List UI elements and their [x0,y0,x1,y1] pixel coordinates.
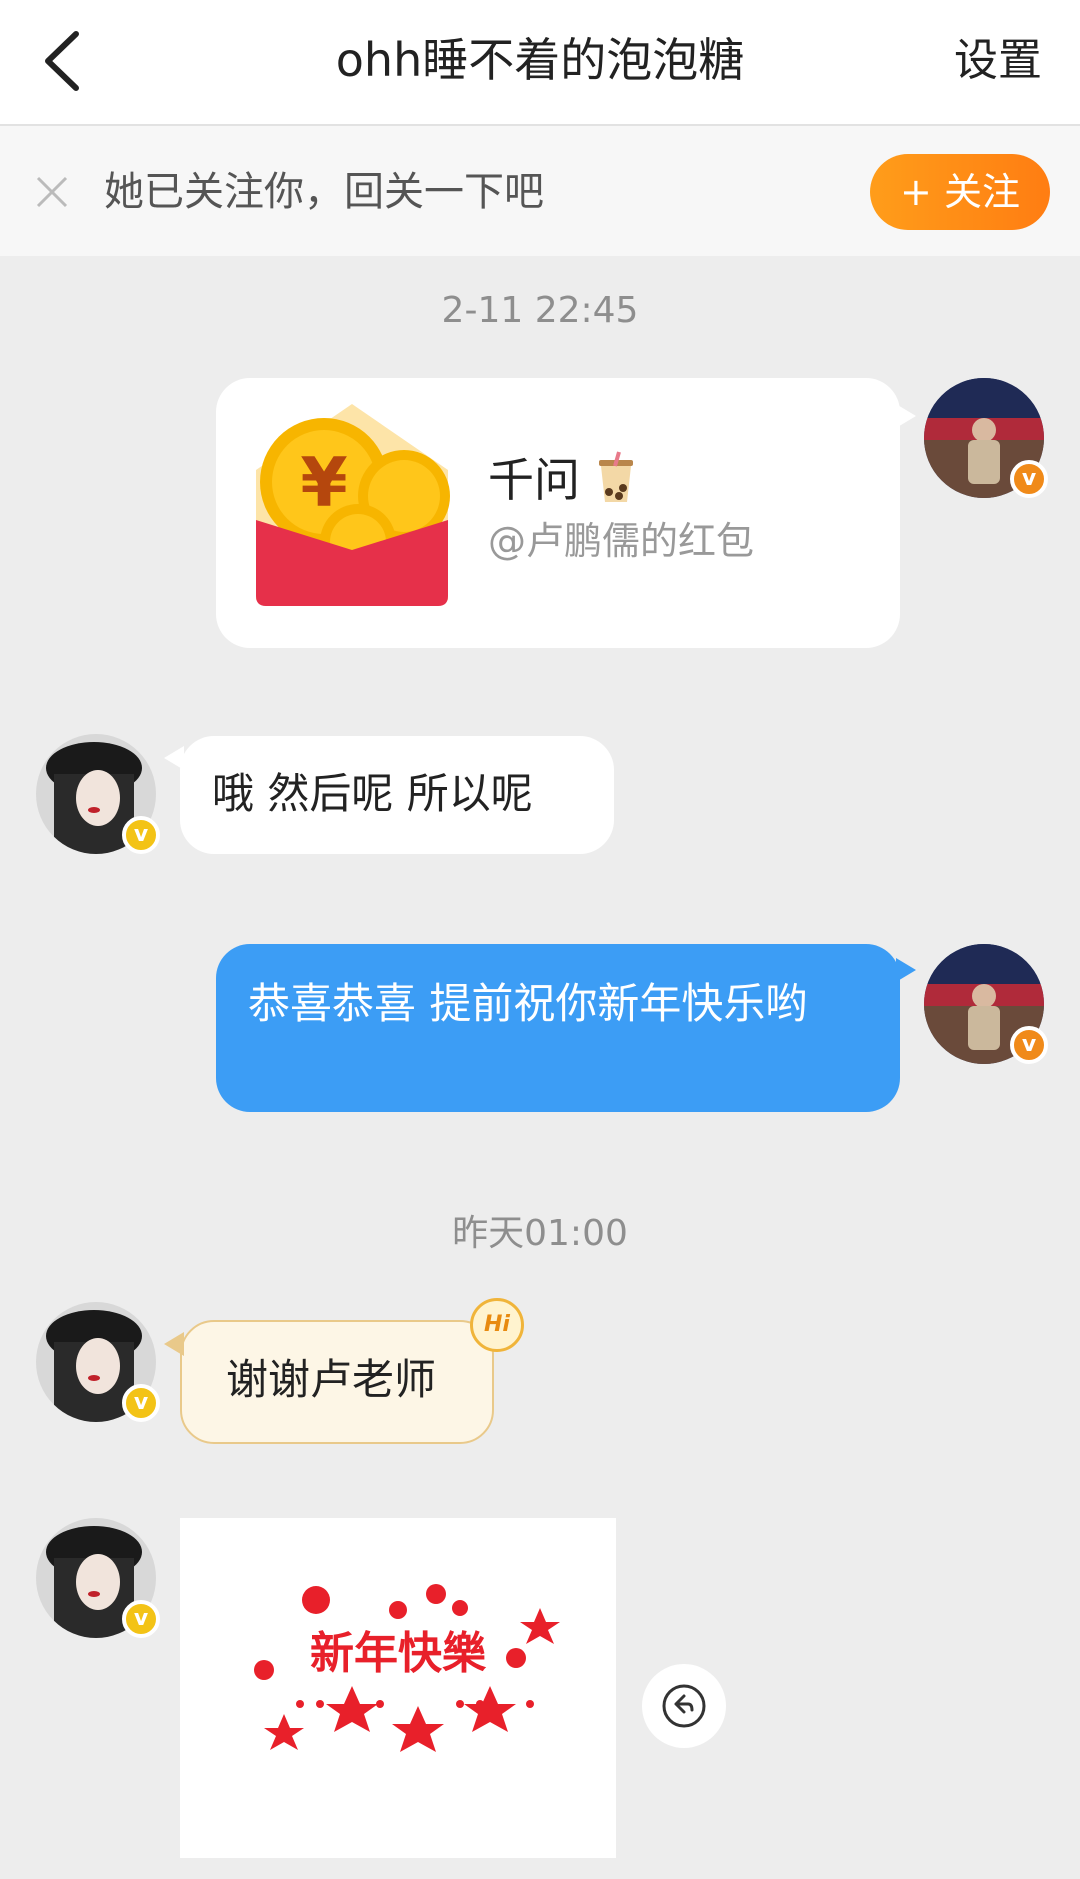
hi-tag-icon: Hi [470,1298,524,1352]
verified-badge-icon: v [1010,460,1048,498]
received-image-message[interactable]: 新年快樂 [180,1518,616,1858]
message-text: 恭喜恭喜 提前祝你新年快乐哟 [248,979,808,1028]
verified-badge-icon: v [1010,1026,1048,1064]
contact-avatar[interactable]: v [36,734,160,854]
chat-title: ohh睡不着的泡泡糖 [335,33,745,87]
image-caption: 新年快樂 [310,1628,487,1679]
contact-avatar[interactable]: v [36,1518,160,1638]
received-greeting-message[interactable]: 谢谢卢老师 Hi [164,1298,524,1444]
reply-button[interactable] [642,1664,726,1748]
message-timestamp: 昨天01:00 [452,1213,628,1254]
message-text: 谢谢卢老师 [226,1355,437,1404]
red-packet-title-row: 千问 [488,450,639,510]
red-packet-message[interactable]: ¥ 千问 @卢鹏儒的红包 [216,378,916,648]
bubble-tail [164,746,184,770]
verified-badge-icon: v [122,1600,160,1638]
received-message[interactable]: 哦 然后呢 所以呢 [164,736,614,854]
follow-button[interactable]: + 关注 [870,154,1050,230]
settings-button[interactable]: 设置 [954,32,1042,90]
my-avatar[interactable]: v [924,944,1048,1064]
bubble-tea-icon [593,450,639,510]
follow-back-banner: 她已关注你，回关一下吧 + 关注 [0,126,1080,256]
verified-badge-icon: v [122,1384,160,1422]
red-packet-icon: ¥ [246,400,458,612]
follow-back-text: 她已关注你，回关一下吧 [104,169,544,215]
contact-avatar[interactable]: v [36,1302,160,1422]
bubble-tail [896,958,916,982]
sent-message[interactable]: 恭喜恭喜 提前祝你新年快乐哟 [216,944,916,1112]
red-packet-title: 千问 [488,453,580,507]
bubble-tail [896,404,916,428]
bubble-tail [164,1332,184,1356]
reply-icon [662,1684,706,1728]
chat-header: ohh睡不着的泡泡糖 设置 [0,0,1080,126]
close-banner-button[interactable] [34,174,70,210]
close-icon [36,176,68,208]
my-avatar[interactable]: v [924,378,1048,498]
message-text: 哦 然后呢 所以呢 [212,769,533,818]
message-timestamp: 2-11 22:45 [441,290,639,331]
verified-badge-icon: v [122,816,160,854]
red-packet-sender: @卢鹏儒的红包 [488,519,755,563]
